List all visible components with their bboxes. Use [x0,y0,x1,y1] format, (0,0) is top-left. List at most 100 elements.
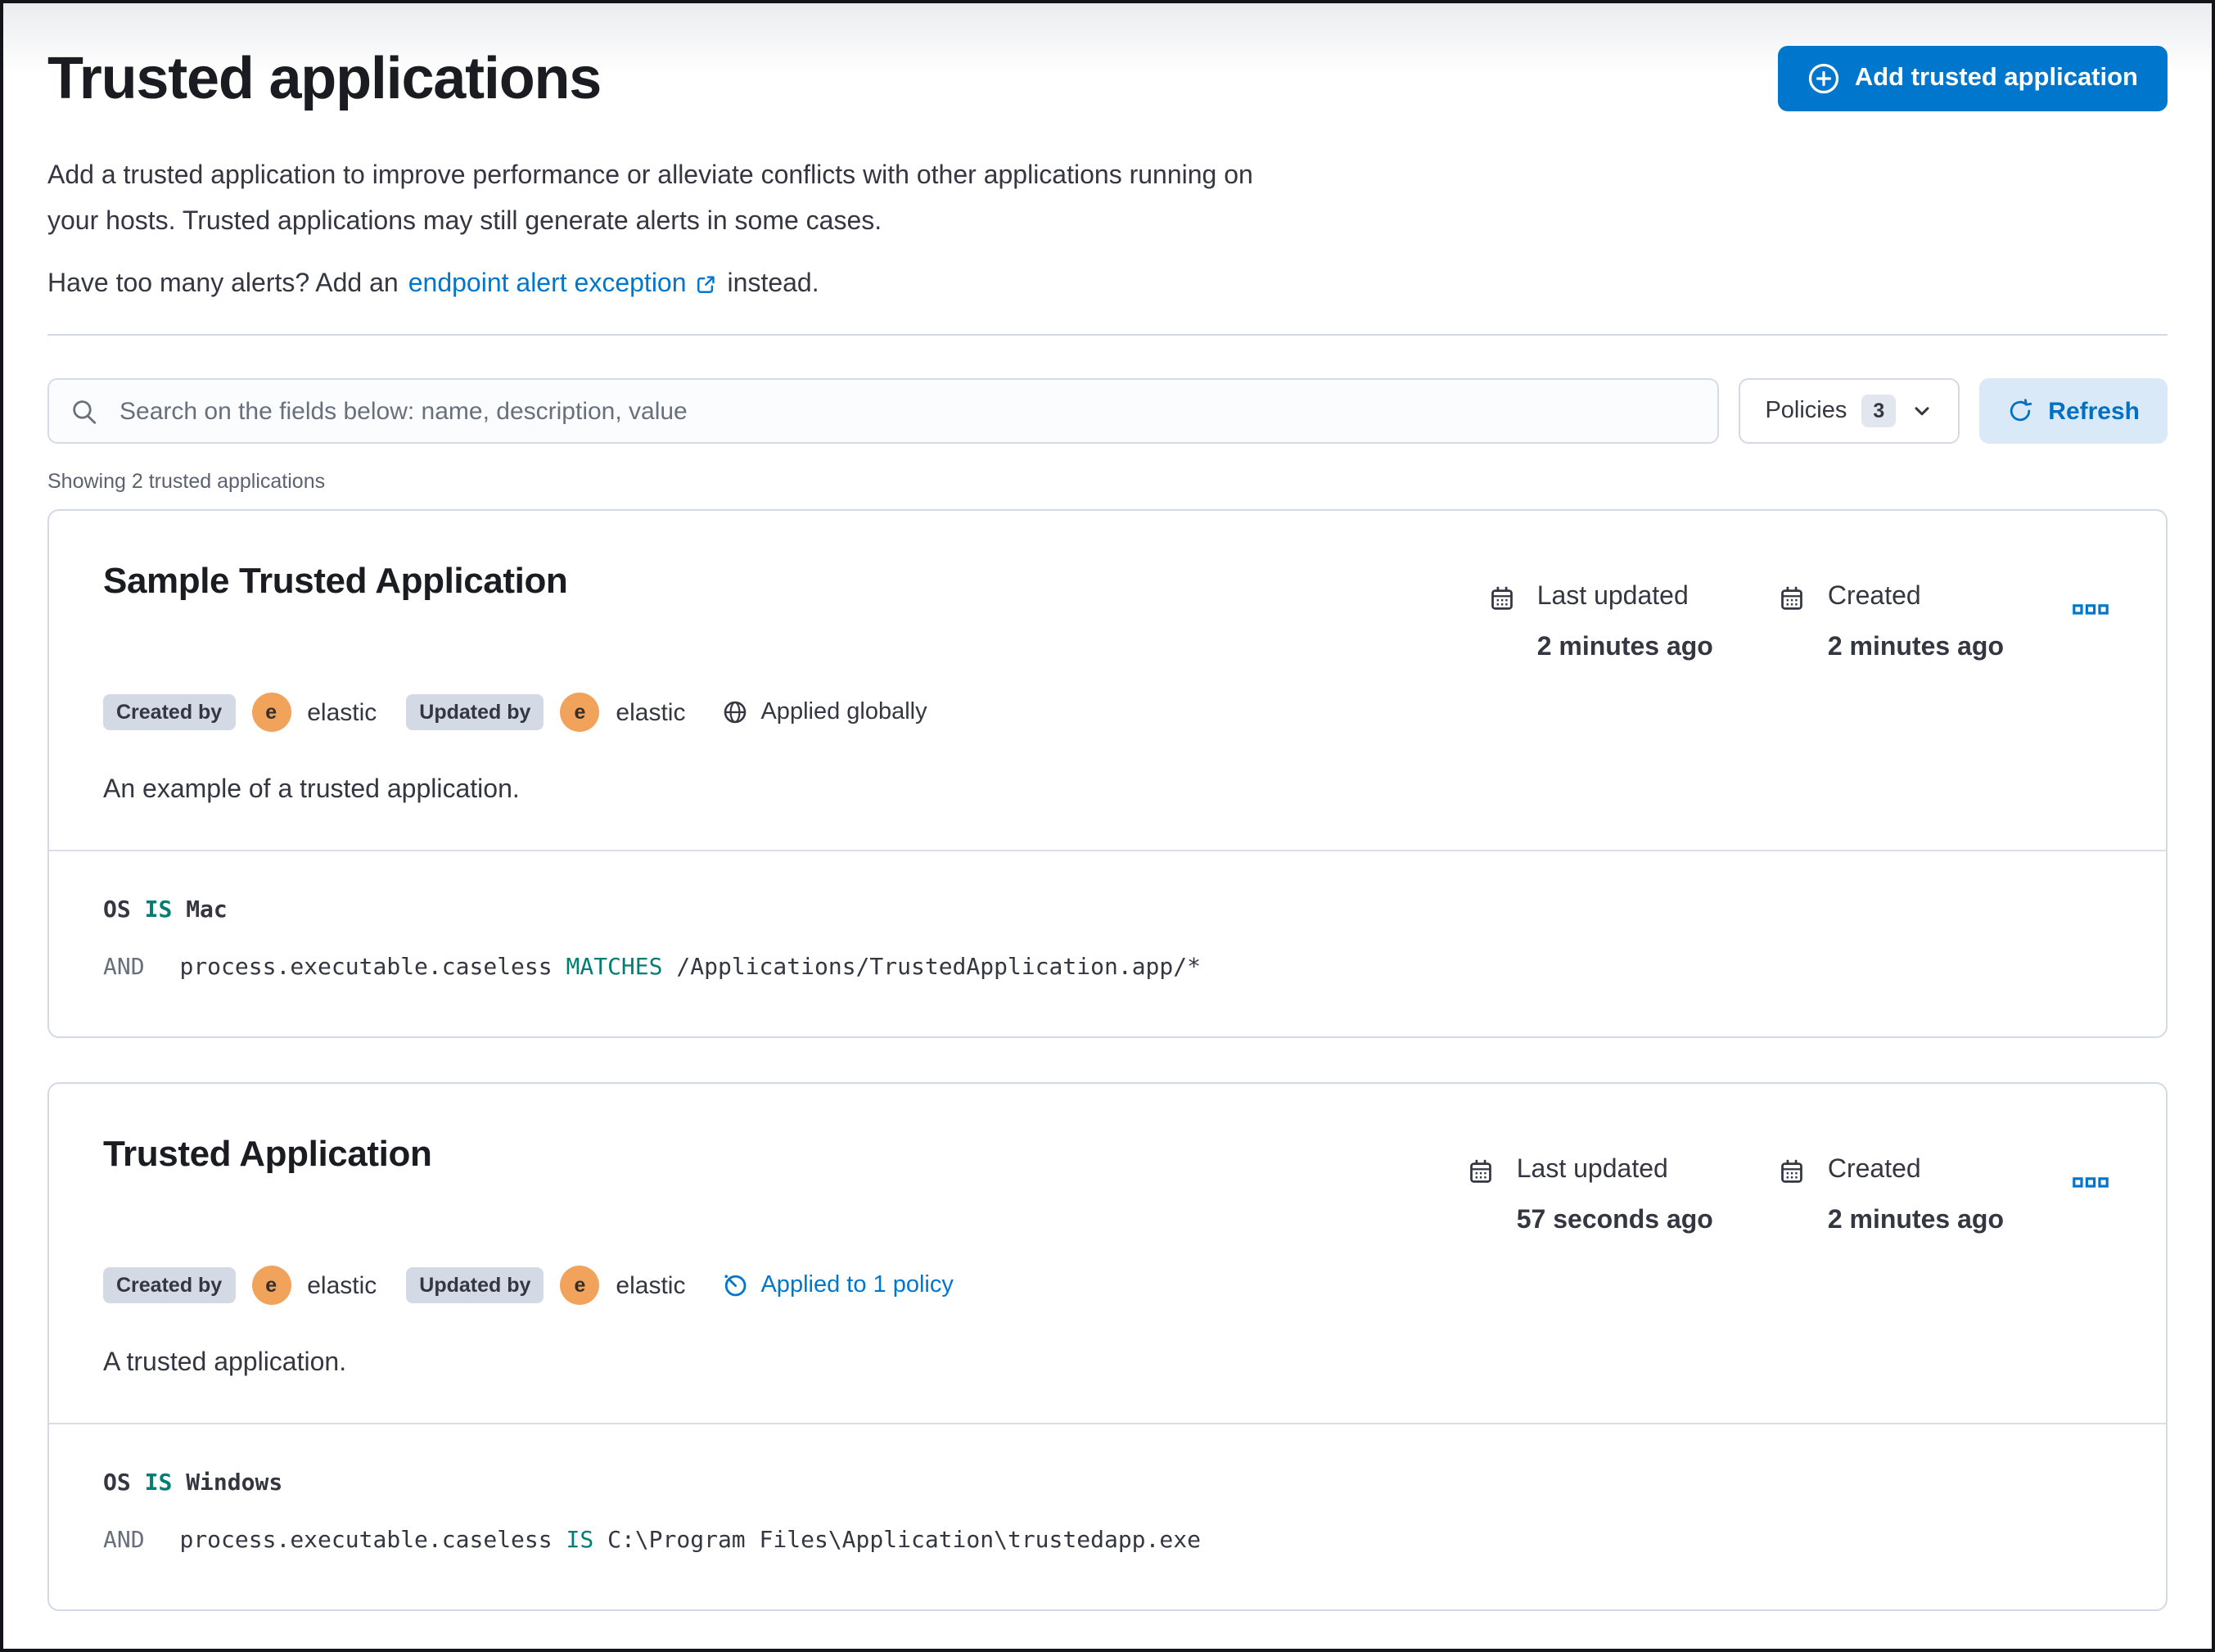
avatar: e [560,1266,600,1305]
card-meta: Last updated 57 seconds ago Created 2 mi… [1468,1153,2112,1239]
header-divider [47,334,2168,336]
updated-by-user: elastic [616,698,686,726]
toolbar: Policies 3 Refresh [47,378,2168,444]
calendar-icon [1468,1153,1495,1239]
condition-field: OS [103,1470,131,1496]
condition-field: OS [103,897,131,923]
refresh-button[interactable]: Refresh [1979,378,2168,444]
condition-value: Windows [186,1470,283,1496]
card-meta: Last updated 2 minutes ago Created 2 min… [1488,580,2112,666]
created-value: 2 minutes ago [1827,1207,2004,1234]
scope-label: Applied to 1 policy [760,1272,954,1298]
condition-os-line: OS IS Windows [103,1467,2112,1500]
avatar: e [560,693,600,732]
created-value: 2 minutes ago [1827,634,2004,661]
trusted-app-card: Trusted Application Last updated 57 seco… [47,1082,2168,1611]
created-meta: Created 2 minutes ago [1779,580,2004,666]
chevron-down-icon [1910,399,1933,422]
condition-value: Mac [186,897,228,923]
condition-connector: AND [103,955,145,981]
last-updated-label: Last updated [1516,1156,1668,1184]
updated-by-badge: Updated by [406,1267,544,1303]
updated-by-badge: Updated by [406,694,544,730]
page-description: Add a trusted application to improve per… [47,154,2168,246]
condition-os-line: OS IS Mac [103,894,2112,927]
partial-circle-icon [721,1272,747,1298]
card-badges-row: Created by e elastic Updated by e elasti… [103,1266,2112,1305]
card-header: Trusted Application Last updated 57 seco… [103,1130,2112,1239]
search-input[interactable] [116,395,1697,427]
avatar: e [251,1266,291,1305]
card-main-section: Trusted Application Last updated 57 seco… [49,1084,2166,1423]
description-line-2: your hosts. Trusted applications may sti… [47,208,882,236]
description-line-1: Add a trusted application to improve per… [47,162,1253,190]
alerts-hint: Have too many alerts? Add an endpoint al… [47,262,2168,308]
condition-entry-line: AND process.executable.caseless IS C:\Pr… [103,1524,2112,1557]
page-stage: Trusted applications Add trusted applica… [0,0,2215,1652]
add-trusted-application-button[interactable]: Add trusted application [1777,46,2168,111]
condition-operator: IS [566,1528,594,1554]
boxes-horizontal-icon [2073,603,2109,617]
condition-connector: AND [103,1528,145,1554]
last-updated-value: 2 minutes ago [1536,634,1713,661]
condition-entry-line: AND process.executable.caseless MATCHES … [103,951,2112,984]
condition-value: /Applications/TrustedApplication.app/* [676,955,1201,981]
created-by-badge: Created by [103,694,236,730]
search-field[interactable] [47,378,1720,444]
condition-expression: OS IS Windows AND process.executable.cas… [49,1424,2166,1609]
condition-operator: IS [144,1470,173,1496]
page-header: Trusted applications Add trusted applica… [47,43,2168,115]
condition-operator: IS [144,897,173,923]
alerts-hint-suffix: instead. [727,270,819,298]
policies-filter-label: Policies [1765,398,1847,424]
avatar: e [251,693,291,732]
updated-by-user: elastic [616,1271,686,1299]
calendar-icon [1488,580,1516,666]
card-actions-menu-button[interactable] [2069,596,2112,624]
endpoint-alert-exception-link-label: endpoint alert exception [408,270,687,298]
last-updated-value: 57 seconds ago [1516,1207,1713,1234]
card-title: Trusted Application [103,1133,432,1174]
plus-in-circle-icon [1807,62,1840,95]
alerts-hint-text: Have too many alerts? Add an [47,270,399,298]
applied-policy-link[interactable]: Applied to 1 policy [721,1272,954,1298]
refresh-icon [2007,398,2033,424]
refresh-label: Refresh [2048,397,2140,425]
card-main-section: Sample Trusted Application Last updated … [49,511,2166,850]
page-title: Trusted applications [47,44,602,111]
condition-field: process.executable.caseless [179,1528,553,1554]
trusted-applications-page: Trusted applications Add trusted applica… [0,0,2215,1652]
endpoint-alert-exception-link[interactable]: endpoint alert exception [408,262,718,308]
card-badges-row: Created by e elastic Updated by e elasti… [103,693,2112,732]
created-label: Created [1827,1156,1921,1184]
boxes-horizontal-icon [2073,1176,2109,1190]
external-link-icon [695,273,718,296]
last-updated-meta: Last updated 57 seconds ago [1468,1153,1713,1239]
scope-label: Applied globally [760,699,927,725]
condition-value: C:\Program Files\Application\trustedapp.… [607,1528,1201,1554]
created-meta: Created 2 minutes ago [1779,1153,2004,1239]
scope-applied-globally: Applied globally [721,699,927,725]
search-icon [70,397,98,425]
card-actions-menu-button[interactable] [2069,1169,2112,1197]
condition-field: process.executable.caseless [179,955,553,981]
last-updated-meta: Last updated 2 minutes ago [1488,580,1713,666]
card-header: Sample Trusted Application Last updated … [103,557,2112,666]
policies-filter-button[interactable]: Policies 3 [1739,378,1960,444]
condition-expression: OS IS Mac AND process.executable.caseles… [49,851,2166,1036]
globe-icon [721,699,747,725]
condition-operator: MATCHES [566,955,663,981]
created-by-user: elastic [307,1271,377,1299]
policies-count-badge: 3 [1861,395,1897,427]
results-count: Showing 2 trusted applications [47,470,326,493]
calendar-icon [1779,580,1807,666]
add-button-label: Add trusted application [1854,64,2138,92]
created-by-user: elastic [307,698,377,726]
card-description: An example of a trusted application. [103,776,520,804]
card-description: A trusted application. [103,1349,347,1377]
card-title: Sample Trusted Application [103,560,568,601]
calendar-icon [1779,1153,1807,1239]
trusted-app-card: Sample Trusted Application Last updated … [47,509,2168,1038]
created-label: Created [1827,583,1921,611]
last-updated-label: Last updated [1536,583,1689,611]
